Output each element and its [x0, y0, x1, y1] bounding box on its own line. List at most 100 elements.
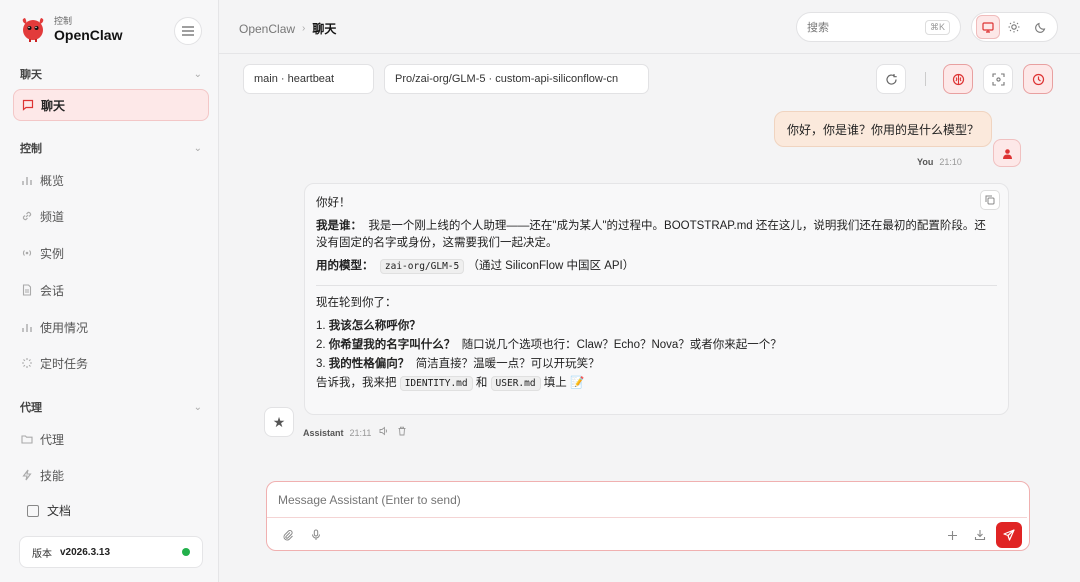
breadcrumb-root[interactable]: OpenClaw [239, 22, 295, 36]
sidebar-item-agents[interactable]: 代理 [13, 423, 209, 455]
search-placeholder: 搜索 [807, 22, 829, 34]
assistant-message-meta: Assistant 21:11 [303, 426, 407, 439]
main-panel: OpenClaw › 聊天 搜索 ⌘K main · heartbeat Pro… [219, 0, 1080, 582]
star-icon: ★ [272, 413, 286, 430]
download-icon [974, 530, 986, 541]
thinking-toggle-button[interactable] [943, 64, 973, 94]
refresh-button[interactable] [876, 64, 906, 94]
bar-chart-icon [21, 321, 33, 333]
message-time: 21:10 [939, 157, 962, 167]
microphone-icon [312, 529, 320, 540]
assistant-turn-text: 现在轮到你了： [316, 297, 397, 309]
message-composer [266, 481, 1030, 551]
clock-icon [1032, 73, 1044, 85]
chevron-down-icon: ⌄ [193, 68, 202, 80]
list-item: 1. 我该怎么称呼你？ [316, 320, 421, 332]
focus-mode-button[interactable] [983, 64, 1013, 94]
chevron-down-icon: ⌄ [193, 401, 202, 413]
sender-name: You [917, 157, 934, 167]
section-chat[interactable]: 聊天 ⌄ [20, 66, 202, 82]
refresh-icon [885, 73, 897, 85]
folder-icon [21, 433, 33, 445]
search-input[interactable]: 搜索 ⌘K [796, 12, 961, 42]
topbar: OpenClaw › 聊天 搜索 ⌘K [219, 0, 1080, 54]
session-select[interactable]: main · heartbeat [243, 64, 374, 94]
send-button[interactable] [996, 522, 1022, 548]
sidebar-item-overview[interactable]: 概览 [13, 164, 209, 196]
user-message-meta: You 21:10 [917, 157, 962, 167]
sidebar-item-skills[interactable]: 技能 [13, 459, 209, 491]
inline-code: USER.md [490, 376, 541, 391]
user-message-bubble: 你好，你是谁？你用的是什么模型？ [774, 111, 993, 147]
brand-subtitle: 控制 [54, 15, 73, 26]
message-input[interactable] [267, 482, 1027, 518]
app-window: 控制 OpenClaw 聊天 ⌄ 聊天 控制 ⌄ 概览 频道 实例 会话 使用情… [0, 0, 1080, 582]
chevron-right-icon: › [302, 23, 306, 34]
add-button[interactable] [943, 526, 961, 544]
assistant-greeting: 你好！ [316, 197, 351, 209]
section-control[interactable]: 控制 ⌄ [20, 140, 202, 156]
plus-icon [947, 530, 957, 540]
attach-button[interactable] [279, 526, 297, 544]
radio-icon [21, 247, 33, 259]
book-icon [27, 504, 39, 517]
breadcrumb: OpenClaw › 聊天 [239, 20, 336, 37]
toolbar-divider [925, 72, 926, 86]
link-icon [21, 210, 33, 222]
copy-button[interactable] [980, 190, 1000, 210]
sidebar: 控制 OpenClaw 聊天 ⌄ 聊天 控制 ⌄ 概览 频道 实例 会话 使用情… [0, 0, 219, 582]
bolt-icon [21, 469, 33, 481]
loader-icon [21, 357, 33, 369]
focus-icon [991, 72, 1005, 86]
bar-chart-icon [21, 174, 33, 186]
file-icon [21, 284, 33, 296]
assistant-closing-line: 告诉我，我来把 IDENTITY.md 和 USER.md 填上 📝 [316, 376, 585, 391]
hamburger-icon [182, 26, 194, 36]
copy-icon [985, 195, 995, 205]
breadcrumb-current: 聊天 [312, 22, 337, 36]
brand[interactable]: 控制 OpenClaw [18, 14, 122, 44]
sidebar-item-cron[interactable]: 定时任务 [13, 347, 209, 379]
theme-system-button[interactable] [976, 15, 1001, 39]
version-badge: 版本 v2026.3.13 [19, 536, 203, 568]
version-value: v2026.3.13 [60, 546, 111, 558]
sidebar-item-sessions[interactable]: 会话 [13, 274, 209, 306]
list-item: 2. 你希望我的名字叫什么？ 随口说几个选项也行：Claw？Echo？Nova？… [316, 339, 782, 351]
sidebar-item-chat[interactable]: 聊天 [13, 89, 209, 121]
assistant-identity-paragraph: 我是谁： 我是一个刚上线的个人助理——还在"成为某人"的过程中。BOOTSTRA… [316, 220, 986, 249]
paperclip-icon [283, 530, 293, 541]
inline-code: IDENTITY.md [399, 376, 473, 391]
send-icon [1003, 529, 1015, 541]
docs-link[interactable]: 文档 [27, 502, 71, 519]
chevron-down-icon: ⌄ [193, 142, 202, 154]
sidebar-item-usage[interactable]: 使用情况 [13, 311, 209, 343]
trash-icon[interactable] [397, 426, 407, 439]
assistant-model-paragraph: 用的模型： zai-org/GLM-5 （通过 SiliconFlow 中国区 … [316, 259, 635, 274]
voice-button[interactable] [307, 526, 325, 544]
model-select[interactable]: Pro/zai-org/GLM-5 · custom-api-siliconfl… [384, 64, 649, 94]
assistant-message-card: 你好！ 我是谁： 我是一个刚上线的个人助理——还在"成为某人"的过程中。BOOT… [304, 183, 1009, 415]
monitor-icon [982, 21, 994, 33]
section-agents[interactable]: 代理 ⌄ [20, 399, 202, 415]
history-button[interactable] [1023, 64, 1053, 94]
brand-name: OpenClaw [54, 26, 123, 43]
theme-switcher [971, 12, 1058, 42]
menu-toggle-button[interactable] [174, 17, 202, 45]
speaker-icon[interactable] [379, 426, 389, 439]
sidebar-item-channels[interactable]: 频道 [13, 200, 209, 232]
divider [316, 285, 997, 286]
openclaw-logo-icon [22, 18, 44, 42]
moon-icon [1034, 22, 1046, 33]
inline-code: zai-org/GLM-5 [379, 259, 465, 274]
sidebar-item-instances[interactable]: 实例 [13, 237, 209, 269]
theme-dark-button[interactable] [1029, 15, 1053, 39]
version-label: 版本 [32, 548, 52, 560]
sun-icon [1008, 21, 1020, 33]
download-button[interactable] [971, 526, 989, 544]
chat-icon [22, 99, 34, 111]
brain-icon [952, 73, 964, 85]
list-item: 3. 我的性格偏向？ 简洁直接？温暖一点？可以开玩笑？ [316, 358, 600, 370]
theme-light-button[interactable] [1002, 15, 1026, 39]
user-avatar [993, 139, 1021, 167]
shortcut-badge: ⌘K [924, 19, 950, 35]
